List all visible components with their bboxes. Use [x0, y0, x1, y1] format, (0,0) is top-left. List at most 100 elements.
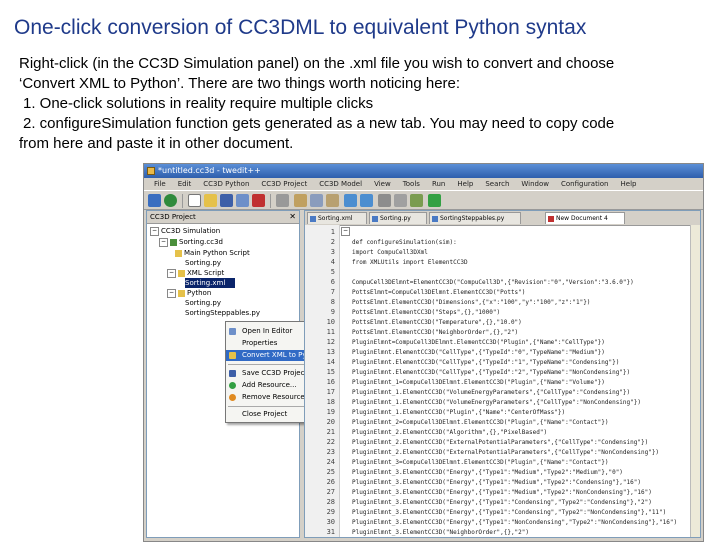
tree-item-cc3d[interactable]: − Sorting.cc3d [159, 237, 223, 247]
search-icon[interactable] [378, 194, 391, 207]
add-icon [229, 382, 236, 389]
menu-item[interactable]: File [148, 178, 172, 190]
menu-item[interactable]: Search [479, 178, 515, 190]
paste-icon[interactable] [326, 194, 339, 207]
line-number: 23 [326, 448, 335, 456]
code-line: PluginElmnt_3.ElementCC3D("Energy",{"Typ… [352, 499, 652, 506]
code-line: PluginElmnt_2=CompuCell3DElmnt.ElementCC… [352, 419, 609, 426]
menu-item[interactable]: Configuration [555, 178, 614, 190]
tab-sorting-xml[interactable]: Sorting.xml [307, 212, 367, 224]
line-number: 13 [326, 348, 335, 356]
cut-icon[interactable] [294, 194, 307, 207]
menu-item[interactable]: CC3D Model [313, 178, 368, 190]
toolbar [144, 190, 703, 210]
tree-item-python[interactable]: − Python [167, 288, 211, 298]
tab-sorting-py[interactable]: Sorting.py [369, 212, 427, 224]
code-line: from XMLUtils import ElementCC3D [352, 259, 468, 266]
vertical-scrollbar[interactable] [690, 225, 700, 537]
upload-icon[interactable] [148, 194, 161, 207]
tree-item-root[interactable]: − CC3D Simulation [150, 226, 220, 236]
save-icon [229, 370, 236, 377]
menu-item[interactable]: CC3D Project [255, 178, 313, 190]
line-number: 11 [326, 328, 335, 336]
fold-toggle-icon[interactable]: − [341, 227, 350, 236]
new-file-icon[interactable] [188, 194, 201, 207]
save-all-icon[interactable] [236, 194, 249, 207]
code-area[interactable]: def configureSimulation(sim): import Com… [352, 225, 692, 537]
line-number: 20 [326, 418, 335, 426]
code-line: PluginElmnt_1.ElementCC3D("VolumeEnergyP… [352, 399, 641, 406]
code-line: PluginElmnt_2.ElementCC3D("ExternalPoten… [352, 439, 649, 446]
remove-icon [229, 394, 236, 401]
menu-item[interactable]: Window [515, 178, 555, 190]
code-line: PluginElmnt_2.ElementCC3D("Algorithm",{}… [352, 429, 548, 436]
tree-item-xml-script[interactable]: − XML Script [167, 268, 224, 278]
code-line: PottsElmnt=CompuCell3DElmnt.ElementCC3D(… [352, 289, 526, 296]
line-number: 6 [330, 278, 335, 286]
replace-icon[interactable] [394, 194, 407, 207]
collapse-icon[interactable]: − [167, 288, 176, 298]
tree-item-sorting-py[interactable]: Sorting.py [185, 258, 221, 268]
line-number: 31 [326, 528, 335, 536]
folder-icon [178, 269, 185, 277]
menu-item[interactable]: Run [426, 178, 451, 190]
zoom-icon[interactable] [410, 194, 423, 207]
run-flag-icon[interactable] [428, 194, 441, 207]
menu-item[interactable]: Tools [397, 178, 426, 190]
code-line: PluginElmnt_3.ElementCC3D("Energy",{"Typ… [352, 479, 641, 486]
save-icon[interactable] [220, 194, 233, 207]
tree-item-steppables[interactable]: SortingSteppables.py [185, 308, 260, 318]
code-line: PottsElmnt.ElementCC3D("Steps",{},"1000"… [352, 309, 501, 316]
folder-icon [178, 289, 185, 297]
close-icon[interactable] [252, 194, 265, 207]
menu-item[interactable]: Edit [172, 178, 198, 190]
code-line: PluginElmnt_1=CompuCell3DElmnt.ElementCC… [352, 379, 605, 386]
menu-item[interactable]: CC3D Python [197, 178, 255, 190]
cc3d-project-panel: CC3D Project ✕ − CC3D Simulation − Sorting… [146, 210, 325, 538]
line-number: 29 [326, 508, 335, 516]
tree-item-python-file[interactable]: Sorting.py [185, 298, 221, 308]
line-number: 8 [330, 298, 335, 306]
code-line: PluginElmnt_3.ElementCC3D("Energy",{"Typ… [352, 489, 652, 496]
code-editor[interactable]: Sorting.xml Sorting.py SortingSteppables… [304, 210, 701, 538]
close-icon[interactable]: ✕ [289, 211, 296, 223]
collapse-icon[interactable]: − [150, 226, 159, 236]
tab-steppables[interactable]: SortingSteppables.py [429, 212, 521, 224]
line-number: 19 [326, 408, 335, 416]
line-number: 16 [326, 378, 335, 386]
line-number: 30 [326, 518, 335, 526]
line-number: 26 [326, 478, 335, 486]
collapse-icon[interactable]: − [159, 237, 168, 247]
code-line: PottsElmnt.ElementCC3D("Temperature",{},… [352, 319, 522, 326]
code-line: PluginElmnt_3.ElementCC3D("Energy",{"Typ… [352, 469, 623, 476]
globe-icon[interactable] [164, 194, 177, 207]
body-line-3: 1. One-click solutions in reality requir… [23, 95, 374, 112]
code-line: PluginElmnt_3.ElementCC3D("Energy",{"Typ… [352, 509, 667, 516]
tree-item-sorting-xml[interactable]: Sorting.xml [185, 278, 235, 288]
toolbar-separator [270, 194, 271, 208]
code-line: def configureSimulation(sim): [352, 239, 457, 246]
file-icon [310, 216, 316, 222]
undo-icon[interactable] [344, 194, 357, 207]
line-number: 2 [330, 238, 335, 246]
collapse-icon[interactable]: − [167, 268, 176, 278]
file-icon [372, 216, 378, 222]
tab-new-document[interactable]: New Document 4 [545, 212, 625, 224]
code-line: PottsElmnt.ElementCC3D("NeighborOrder",{… [352, 329, 519, 336]
open-folder-icon[interactable] [204, 194, 217, 207]
toolbar-separator [182, 194, 183, 208]
window-title: *untitled.cc3d - twedit++ [158, 166, 261, 175]
code-line: PluginElmnt_2.ElementCC3D("ExternalPoten… [352, 449, 660, 456]
panel-header: CC3D Project ✕ [147, 211, 299, 224]
copy-icon[interactable] [310, 194, 323, 207]
menu-item[interactable]: Help [615, 178, 643, 190]
body-line-1: Right-click (in the CC3D Simulation pane… [19, 55, 615, 72]
redo-icon[interactable] [360, 194, 373, 207]
print-icon[interactable] [276, 194, 289, 207]
file-icon [432, 216, 438, 222]
code-line: PluginElmnt_3=CompuCell3DElmnt.ElementCC… [352, 459, 609, 466]
tree-item-main-script[interactable]: Main Python Script [175, 248, 250, 258]
menu-item[interactable]: View [368, 178, 397, 190]
code-line: import CompuCell3DXml [352, 249, 428, 256]
menu-item[interactable]: Help [451, 178, 479, 190]
